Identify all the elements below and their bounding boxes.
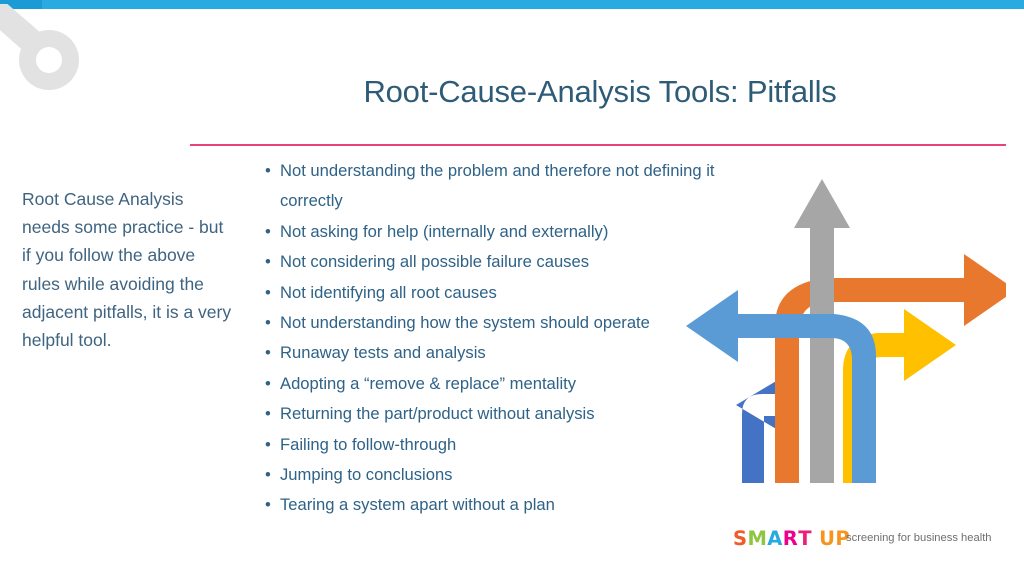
bullet-marker: •	[265, 161, 271, 180]
list-item-label: Tearing a system apart without a plan	[280, 495, 555, 515]
pitfalls-bullet-list: • Not understanding the problem and ther…	[263, 156, 718, 521]
list-item-label: Not identifying all root causes	[280, 282, 497, 302]
page-title: Root-Cause-Analysis Tools: Pitfalls	[363, 74, 837, 109]
list-item: • Jumping to conclusions	[263, 460, 718, 490]
five-paths-arrows-graphic	[686, 179, 1006, 483]
logo-letter-3: A	[767, 527, 783, 550]
list-item-label: Not asking for help (internally and exte…	[280, 221, 609, 241]
bullet-marker: •	[265, 434, 271, 454]
key-watermark-icon	[0, 4, 79, 90]
list-item-label: Failing to follow-through	[280, 434, 457, 454]
list-item-label: Not understanding how the system should …	[280, 313, 650, 333]
logo-letter-1: S	[733, 527, 748, 550]
logo-tagline: screening for business health	[846, 532, 992, 544]
side-note-text: Root Cause Analysis needs some practice …	[22, 189, 232, 351]
bullet-marker: •	[265, 282, 271, 302]
arrow-orange-right	[775, 254, 1006, 483]
list-item: • Tearing a system apart without a plan	[263, 490, 718, 520]
list-item-label: Runaway tests and analysis	[280, 343, 486, 363]
title-divider	[190, 144, 1006, 146]
list-item: • Not asking for help (internally and ex…	[263, 217, 718, 247]
logo-letter-7: U	[819, 527, 836, 550]
list-item-label: Adopting a “remove & replace” mentality	[280, 373, 577, 393]
logo-letter-6	[812, 527, 819, 551]
list-item-label: Jumping to conclusions	[280, 465, 453, 485]
top-accent-bar	[0, 0, 1024, 9]
list-item-label: Not considering all possible failure cau…	[280, 252, 589, 272]
bullet-marker: •	[265, 373, 271, 393]
bullet-marker: •	[265, 343, 271, 363]
logo-letter-5: T	[798, 527, 812, 550]
list-item-label: Not understanding the problem and theref…	[280, 161, 715, 211]
bullet-marker: •	[265, 465, 271, 485]
bullet-marker: •	[265, 313, 271, 333]
bullet-marker: •	[265, 252, 271, 272]
smart-up-logo: SMART UP screening for business health	[733, 527, 992, 557]
list-item-label: Returning the part/product without analy…	[280, 404, 595, 424]
list-item: • Adopting a “remove & replace” mentalit…	[263, 369, 718, 399]
bullet-marker: •	[265, 221, 271, 241]
bullet-marker: •	[265, 495, 271, 515]
list-item: • Not understanding the problem and ther…	[263, 156, 718, 217]
bullet-marker: •	[265, 404, 271, 424]
list-item: • Runaway tests and analysis	[263, 338, 718, 368]
logo-letter-4: R	[782, 527, 799, 550]
logo-wordmark: SMART UP	[733, 527, 850, 551]
list-item: • Returning the part/product without ana…	[263, 399, 718, 429]
list-item: • Not identifying all root causes	[263, 278, 718, 308]
list-item: • Not considering all possible failure c…	[263, 247, 718, 277]
logo-letter-2: M	[747, 527, 768, 550]
list-item: • Failing to follow-through	[263, 430, 718, 460]
list-item: • Not understanding how the system shoul…	[263, 308, 718, 338]
